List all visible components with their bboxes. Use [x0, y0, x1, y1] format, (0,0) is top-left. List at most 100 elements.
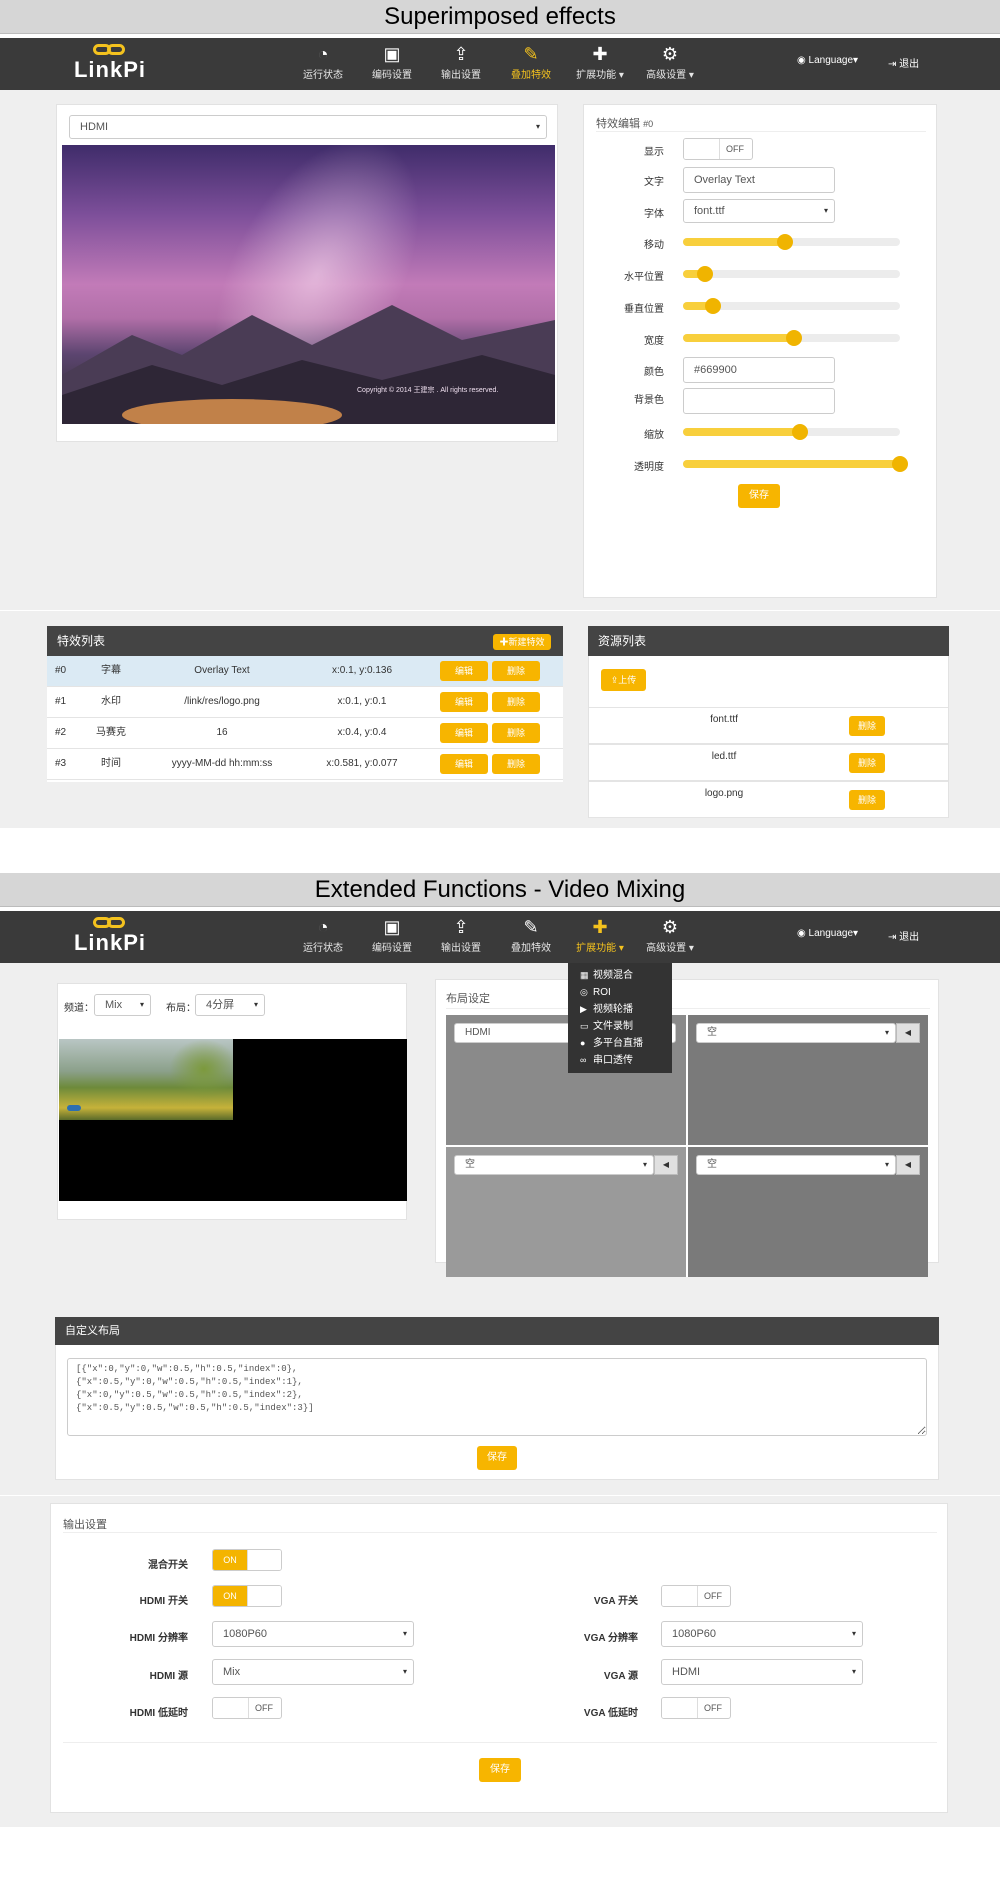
upload-button[interactable]: ⇪上传 [601, 669, 646, 691]
menu-item-file-record[interactable]: ▭ 文件录制 [568, 1018, 672, 1035]
resource-delete-button[interactable]: 删除 [849, 753, 885, 773]
language-menu[interactable]: ◉ Language▾ [797, 928, 858, 939]
logout-link[interactable]: ⇥ 退出 [888, 928, 919, 943]
show-toggle[interactable]: OFF [683, 138, 753, 160]
menu-item-multi-live[interactable]: ● 多平台直播 [568, 1035, 672, 1052]
nav-label: 输出设置 [441, 943, 481, 954]
scale-slider[interactable] [683, 424, 900, 440]
nav-output[interactable]: ⇪ 输出设置 [428, 42, 494, 81]
nav-advanced[interactable]: ⚙ 高级设置 ▾ [637, 42, 703, 81]
slider-fill [683, 238, 785, 246]
caret-icon: ▾ [823, 206, 828, 215]
menu-item-video-mix[interactable]: ▦ 视频混合 [568, 967, 672, 984]
divider [596, 131, 926, 132]
source-select[interactable]: HDMI ▾ [69, 115, 547, 139]
color-input[interactable]: #669900 [683, 357, 835, 383]
gears-icon: ⚙ [661, 917, 679, 937]
edit-button[interactable]: 编辑 [440, 661, 488, 681]
layout-quad-1[interactable]: 空 ▾ ◀ [688, 1015, 928, 1145]
mountains [62, 305, 555, 424]
logout-link[interactable]: ⇥ 退出 [888, 55, 919, 70]
nav-status[interactable]: ◔ 运行状态 [290, 42, 356, 81]
table-row[interactable]: #0 字幕 Overlay Text x:0.1, y:0.136 编辑 删除 [47, 656, 563, 687]
language-menu[interactable]: ◉ Language▾ [797, 55, 858, 66]
slider-handle[interactable] [696, 266, 713, 282]
editor-save-button[interactable]: 保存 [738, 484, 780, 508]
nav-label: 高级设置 [646, 943, 687, 954]
slider-handle[interactable] [776, 234, 793, 250]
font-select[interactable]: font.ttf ▾ [683, 199, 835, 223]
delete-button[interactable]: 删除 [492, 661, 540, 681]
hdmi-src-select[interactable]: Mix ▾ [212, 1659, 414, 1685]
bg-input[interactable] [683, 388, 835, 414]
table-row[interactable]: #3 时间 yyyy-MM-dd hh:mm:ss x:0.581, y:0.077 编… [47, 749, 563, 780]
custom-layout-save-button[interactable]: 保存 [477, 1446, 517, 1470]
nav-output[interactable]: ⇪ 输出设置 [428, 915, 494, 954]
vga-src-select[interactable]: HDMI ▾ [661, 1659, 863, 1685]
section-title-mixing: Extended Functions - Video Mixing [0, 873, 1000, 907]
table-row[interactable]: #1 水印/link/res/logo.png x:0.1, y:0.1 编辑 删除 [47, 687, 563, 718]
bg-label: 背景色 [634, 395, 664, 406]
delete-button[interactable]: 删除 [492, 723, 540, 743]
edit-button[interactable]: 编辑 [440, 723, 488, 743]
channel-select[interactable]: Mix ▾ [94, 994, 151, 1016]
nav-encode[interactable]: ▣ 编码设置 [359, 915, 425, 954]
hdmi-switch-toggle[interactable]: ON [212, 1585, 282, 1607]
layout-select[interactable]: 4分屏 ▾ [195, 994, 265, 1016]
mix-switch-toggle[interactable]: ON [212, 1549, 282, 1571]
quad-source-select[interactable]: 空 ▾ [696, 1023, 896, 1043]
move-slider[interactable] [683, 234, 900, 250]
nav-extend[interactable]: ✚ 扩展功能 ▾ [567, 42, 633, 81]
slider-handle[interactable] [792, 424, 809, 440]
vga-switch-toggle[interactable]: OFF [661, 1585, 731, 1607]
nav-label: 编码设置 [372, 70, 412, 81]
collapse-arrow-icon[interactable]: ◀ [654, 1155, 678, 1175]
resource-delete-button[interactable]: 删除 [849, 790, 885, 810]
nav-overlay[interactable]: ✎ 叠加特效 [498, 42, 564, 81]
table-row[interactable]: #2 马赛克 16 x:0.4, y:0.4 编辑 删除 [47, 718, 563, 749]
nav-label: 运行状态 [303, 943, 343, 954]
quad-source-select[interactable]: 空 ▾ [454, 1155, 654, 1175]
collapse-arrow-icon[interactable]: ◀ [896, 1023, 920, 1043]
vga-res-select[interactable]: 1080P60 ▾ [661, 1621, 863, 1647]
mixing-page: 频道： Mix▾ 布局： 4分屏▾ 布局设定 HDMI▾ 空▾ ◀ 空▾ ◀ [0, 963, 1000, 1827]
caret-icon: ▾ [851, 1667, 856, 1676]
resource-delete-button[interactable]: 删除 [849, 716, 885, 736]
delete-button[interactable]: 删除 [492, 692, 540, 712]
vga-res-label: VGA 分辨率 [583, 1633, 638, 1644]
quad-source-select[interactable]: 空 ▾ [696, 1155, 896, 1175]
nav-extend[interactable]: ✚ 扩展功能 ▾ [567, 915, 633, 954]
logo[interactable]: LinkPi [70, 42, 150, 86]
alpha-slider[interactable] [683, 456, 908, 472]
resource-filename: font.ttf [710, 714, 738, 725]
layout-quad-2[interactable]: 空 ▾ ◀ [446, 1147, 686, 1277]
menu-item-video-carousel[interactable]: ▶ 视频轮播 [568, 1001, 672, 1018]
vga-lowlat-toggle[interactable]: OFF [661, 1697, 731, 1719]
layout-quad-3[interactable]: 空 ▾ ◀ [688, 1147, 928, 1277]
slider-handle[interactable] [704, 298, 721, 314]
slider-handle[interactable] [785, 330, 802, 346]
nav-overlay[interactable]: ✎ 叠加特效 [498, 915, 564, 954]
width-slider[interactable] [683, 330, 900, 346]
text-input[interactable]: Overlay Text [683, 167, 835, 193]
slider-handle[interactable] [892, 456, 908, 472]
delete-button[interactable]: 删除 [492, 754, 540, 774]
hpos-slider[interactable] [683, 266, 900, 282]
toggle-on-text: ON [213, 1550, 247, 1570]
edit-button[interactable]: 编辑 [440, 754, 488, 774]
hdmi-lowlat-toggle[interactable]: OFF [212, 1697, 282, 1719]
nav-advanced[interactable]: ⚙ 高级设置 ▾ [637, 915, 703, 954]
logo[interactable]: LinkPi [70, 915, 150, 959]
nav-status[interactable]: ◔ 运行状态 [290, 915, 356, 954]
collapse-arrow-icon[interactable]: ◀ [896, 1155, 920, 1175]
menu-item-roi[interactable]: ◎ ROI [568, 984, 672, 1001]
menu-label: ROI [593, 987, 611, 998]
edit-button[interactable]: 编辑 [440, 692, 488, 712]
nav-encode[interactable]: ▣ 编码设置 [359, 42, 425, 81]
menu-item-serial[interactable]: ∞ 串口透传 [568, 1052, 672, 1069]
output-save-button[interactable]: 保存 [479, 1758, 521, 1782]
vpos-slider[interactable] [683, 298, 900, 314]
hdmi-res-select[interactable]: 1080P60 ▾ [212, 1621, 414, 1647]
new-effect-button[interactable]: ✚新建特效 [493, 634, 551, 650]
custom-layout-textarea[interactable]: [{"x":0,"y":0,"w":0.5,"h":0.5,"index":0}… [67, 1358, 927, 1436]
